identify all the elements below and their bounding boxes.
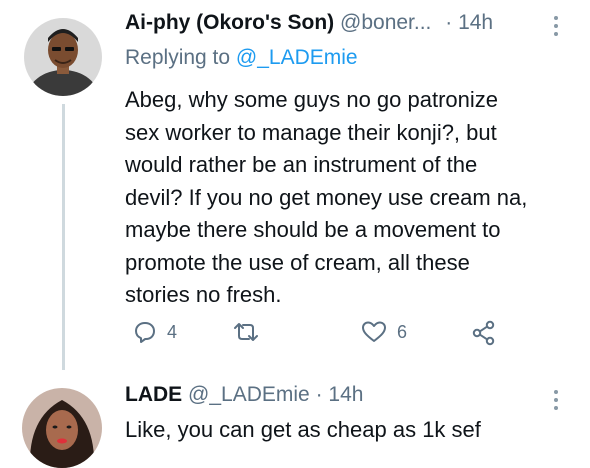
avatar[interactable] — [22, 388, 102, 468]
tweet-body-line: maybe there should be a movement to — [125, 217, 501, 242]
retweet-button[interactable] — [231, 320, 271, 344]
timestamp[interactable]: 14h — [458, 11, 493, 34]
separator-dot: · — [315, 383, 323, 406]
tweet-body: Abeg, why some guys no go patronize sex … — [125, 84, 555, 312]
share-button[interactable] — [471, 320, 497, 346]
retweet-icon — [234, 323, 258, 341]
handle[interactable]: @_LADEmie — [188, 383, 310, 406]
reply-icon — [135, 322, 155, 343]
share-icon — [472, 320, 495, 346]
tweet-body-line: Like, you can get as cheap as 1k sef — [125, 417, 481, 442]
reply-button[interactable]: 4 — [133, 320, 177, 344]
replying-to-mention[interactable]: @_LADEmie — [236, 46, 358, 69]
tweet-body-line: sex worker to manage their konji?, but — [125, 119, 497, 145]
avatar-image — [24, 18, 102, 96]
tweet-body-line: stories no fresh. — [125, 282, 282, 307]
more-vertical-icon[interactable] — [554, 390, 560, 410]
thread-line — [62, 104, 65, 370]
display-name[interactable]: Ai-phy (Okoro's Son) — [125, 11, 334, 34]
tweet-2[interactable]: LADE @_LADEmie · 14h Like, you can get a… — [0, 370, 590, 468]
handle[interactable]: @boner... — [340, 11, 431, 34]
heart-icon — [362, 321, 386, 342]
tweet-1[interactable]: Ai-phy (Okoro's Son) @boner... · 14h Rep… — [0, 0, 590, 370]
like-count: 6 — [397, 321, 408, 342]
tweet-body-line: devil? If you no get money use cream na, — [125, 184, 528, 210]
replying-to: Replying to @_LADEmie — [125, 46, 358, 70]
avatar-image — [22, 388, 102, 468]
separator-dot: · — [445, 11, 453, 34]
display-name[interactable]: LADE — [125, 383, 182, 406]
replying-to-label: Replying to — [125, 46, 231, 69]
tweet-body-line: Abeg, why some guys no go patronize — [125, 87, 499, 112]
tweet-body-line: would rather be an instrument of the — [125, 152, 478, 177]
action-bar: 4 6 — [125, 320, 505, 348]
tweet-header: Ai-phy (Okoro's Son) @boner... · 14h — [125, 10, 493, 36]
timestamp[interactable]: 14h — [328, 383, 363, 406]
more-vertical-icon[interactable] — [554, 16, 560, 36]
tweet-header: LADE @_LADEmie · 14h — [125, 382, 363, 408]
tweet-body-line: promote the use of cream, all these — [125, 249, 470, 275]
reply-count: 4 — [167, 321, 178, 342]
like-button[interactable]: 6 — [361, 320, 407, 344]
avatar[interactable] — [24, 18, 102, 96]
tweet-body: Like, you can get as cheap as 1k sef — [125, 414, 555, 447]
